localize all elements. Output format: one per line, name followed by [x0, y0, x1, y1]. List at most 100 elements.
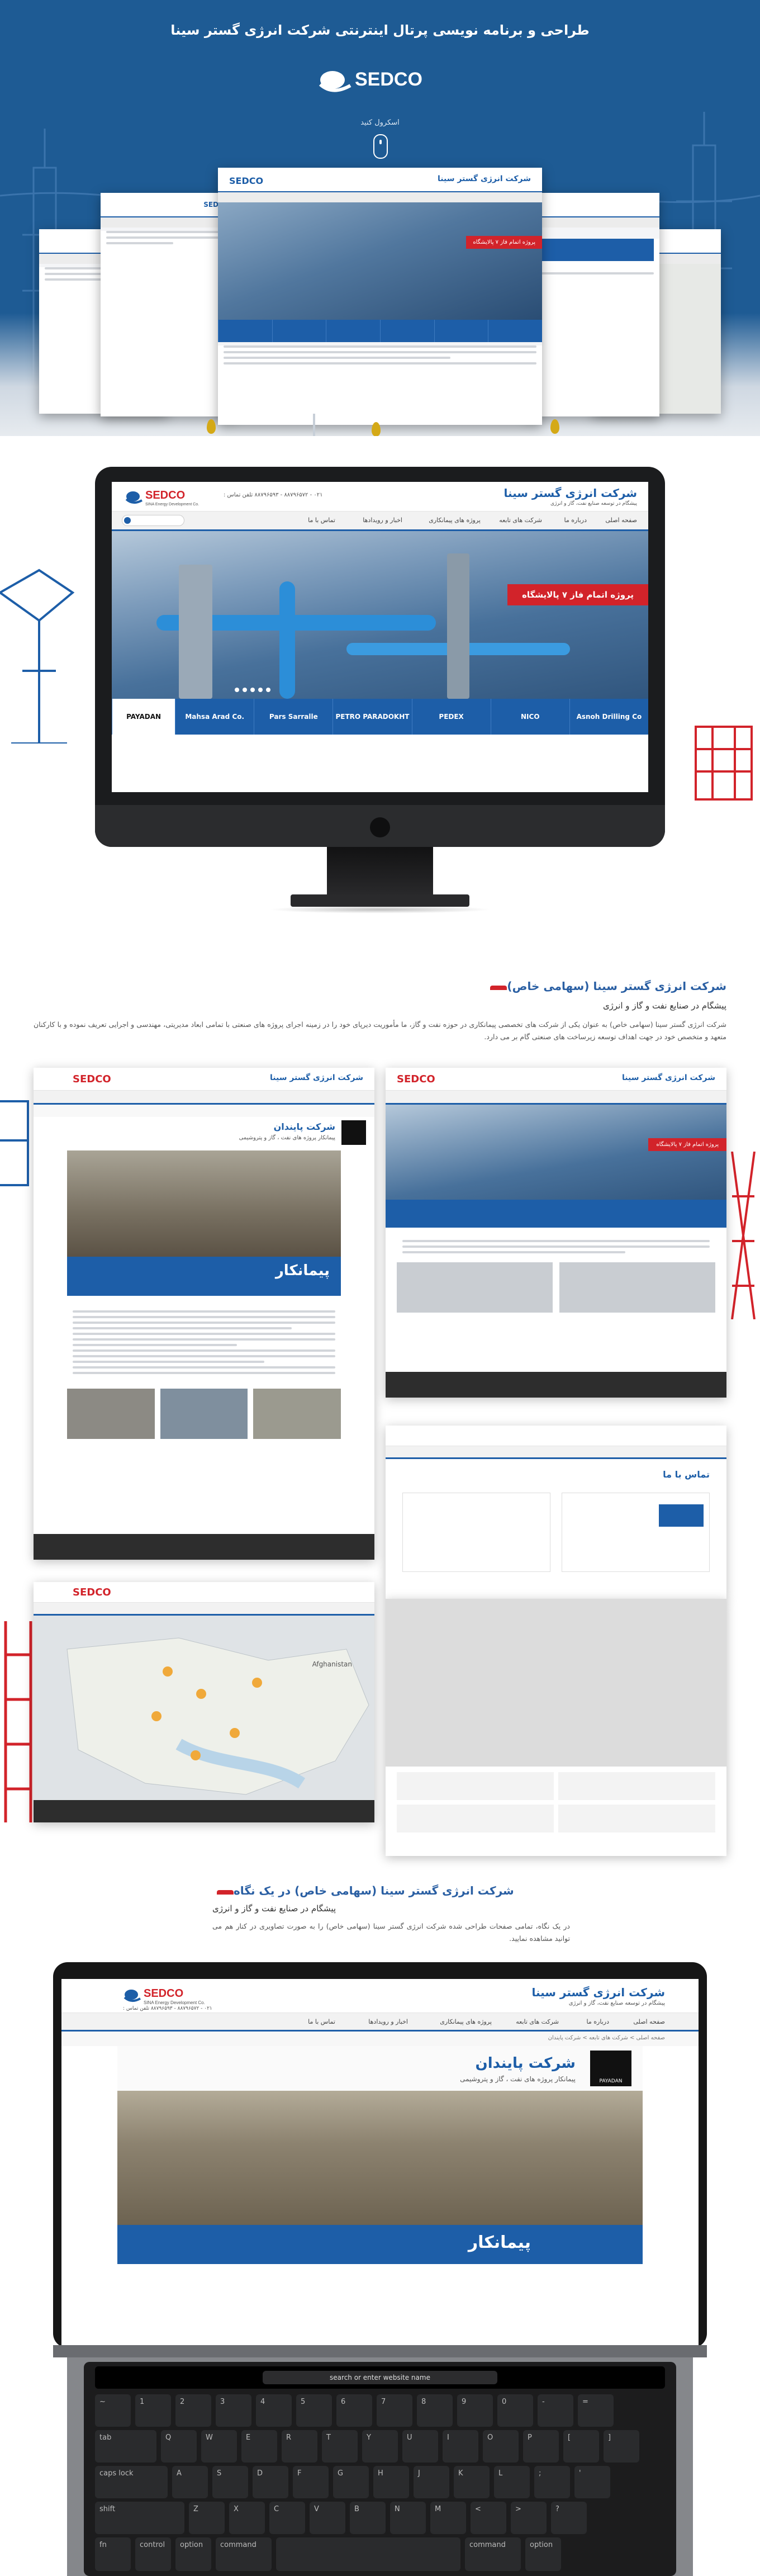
key-8[interactable]: 8	[417, 2394, 453, 2427]
key-q[interactable]: Q	[161, 2430, 197, 2463]
imac-shadow	[268, 906, 492, 913]
key-g[interactable]: G	[333, 2466, 369, 2498]
key-symbol[interactable]: <	[471, 2502, 506, 2534]
nav-projects[interactable]: پروژه های پیمانکاری	[429, 517, 481, 524]
site-logo[interactable]: SEDCO SINA Energy Development Co.	[122, 485, 211, 508]
breadcrumb[interactable]: صفحه اصلی > شرکت های تابعه > شرکت پایندا…	[548, 2035, 665, 2041]
key-k[interactable]: K	[454, 2466, 490, 2498]
key-b[interactable]: B	[350, 2502, 386, 2534]
partner-mahsa[interactable]: Mahsa Arad Co.	[175, 699, 254, 735]
key-3[interactable]: 3	[216, 2394, 251, 2427]
key-5[interactable]: 5	[296, 2394, 332, 2427]
oil-drop-icon	[207, 419, 216, 434]
key-symbol[interactable]: ~	[95, 2394, 131, 2427]
key-i[interactable]: I	[443, 2430, 478, 2463]
key-space[interactable]	[276, 2537, 460, 2571]
nav-about[interactable]: درباره ما	[564, 517, 587, 524]
key-symbol[interactable]: '	[574, 2466, 610, 2498]
key-t[interactable]: T	[322, 2430, 358, 2463]
key-2[interactable]: 2	[175, 2394, 211, 2427]
page-home-preview: SEDCO شرکت انرژی گستر سینا پروژه اتمام ف…	[386, 1068, 726, 1398]
partner-nico[interactable]: NICO	[490, 699, 569, 735]
nav-home[interactable]: صفحه اصلی	[605, 517, 637, 524]
key-r[interactable]: R	[282, 2430, 317, 2463]
key-0[interactable]: 0	[497, 2394, 533, 2427]
key-d[interactable]: D	[253, 2466, 288, 2498]
glance-subtitle: پیشگام در صنایع نفت و گاز و انرژی	[212, 1903, 336, 1914]
key-option[interactable]: option	[175, 2537, 211, 2571]
projects-map[interactable]: Afghanistan	[34, 1616, 374, 1800]
key-x[interactable]: X	[229, 2502, 265, 2534]
page-map-preview: SEDCO Afghanistan	[34, 1582, 374, 1822]
key-z[interactable]: Z	[189, 2502, 225, 2534]
key-n[interactable]: N	[390, 2502, 426, 2534]
key-symbol[interactable]: ]	[604, 2430, 639, 2463]
key-capslock[interactable]: caps lock	[95, 2466, 168, 2498]
brand-tagline: پیشگام در توسعه صنایع نفت، گاز و انرژی	[550, 501, 637, 506]
key-command[interactable]: command	[216, 2537, 272, 2571]
key-symbol[interactable]: =	[578, 2394, 614, 2427]
paiadan-logo-icon: PAYADAN	[590, 2051, 631, 2086]
key-m[interactable]: M	[430, 2502, 466, 2534]
slider-dots[interactable]	[235, 688, 270, 692]
key-u[interactable]: U	[402, 2430, 438, 2463]
key-7[interactable]: 7	[377, 2394, 412, 2427]
key-j[interactable]: J	[414, 2466, 449, 2498]
laptop-site-logo[interactable]: SEDCO SINA Energy Development Co.	[120, 1983, 215, 2008]
about-title: شرکت انرژی گستر سینا (سهامی خاص)	[391, 979, 726, 993]
key-h[interactable]: H	[373, 2466, 409, 2498]
tower-lineart-right	[731, 1152, 756, 1319]
paiadan-logo-icon	[341, 1120, 366, 1145]
key-shift[interactable]: shift	[95, 2502, 184, 2534]
laptop-screen: SEDCO SINA Energy Development Co. شرکت ا…	[61, 1979, 699, 2345]
partner-pedex[interactable]: PEDEX	[411, 699, 491, 735]
key-e[interactable]: E	[241, 2430, 277, 2463]
partner-petro[interactable]: PETRO PARADOKHT	[332, 699, 411, 735]
map-label: Afghanistan	[312, 1660, 352, 1668]
company-title: شرکت پایندان	[273, 1121, 335, 1132]
key-s[interactable]: S	[212, 2466, 248, 2498]
key-9[interactable]: 9	[457, 2394, 493, 2427]
hero-slider[interactable]: پروژه اتمام فاز ۷ پالایشگاه	[112, 531, 648, 699]
red-marker-icon	[490, 986, 507, 990]
key-y[interactable]: Y	[362, 2430, 398, 2463]
about-body: شرکت انرژی گستر سینا (سهامی خاص) به عنوا…	[34, 1020, 726, 1041]
search-input[interactable]	[122, 515, 184, 526]
key-tab[interactable]: tab	[95, 2430, 156, 2463]
peymankar-banner: پیمانکار	[275, 1262, 330, 1279]
key-c[interactable]: C	[269, 2502, 305, 2534]
key-symbol[interactable]: ;	[534, 2466, 570, 2498]
touchbar-search[interactable]: search or enter website name	[263, 2371, 497, 2384]
nav-news[interactable]: اخبار و رویدادها	[363, 517, 402, 524]
key-symbol[interactable]: [	[563, 2430, 599, 2463]
key-v[interactable]: V	[310, 2502, 345, 2534]
search-icon[interactable]	[124, 517, 131, 524]
key-fn[interactable]: fn	[95, 2537, 131, 2571]
nav-contact[interactable]: تماس با ما	[308, 517, 335, 524]
key-o[interactable]: O	[483, 2430, 519, 2463]
imac-base	[291, 894, 469, 907]
imac-stand	[327, 847, 433, 897]
partner-asnoh[interactable]: Asnoh Drilling Co	[569, 699, 648, 735]
key-command[interactable]: command	[465, 2537, 521, 2571]
touch-bar[interactable]: search or enter website name	[95, 2366, 665, 2389]
nav-subsidiaries[interactable]: شرکت های تابعه	[499, 517, 542, 524]
partner-pars-sarralle[interactable]: Pars Sarralle	[254, 699, 332, 735]
key-l[interactable]: L	[494, 2466, 530, 2498]
key-w[interactable]: W	[201, 2430, 237, 2463]
scroll-mouse-icon[interactable]	[373, 134, 388, 159]
key-symbol[interactable]: -	[538, 2394, 573, 2427]
key-control[interactable]: control	[135, 2537, 171, 2571]
key-symbol[interactable]: ?	[551, 2502, 587, 2534]
key-f[interactable]: F	[293, 2466, 329, 2498]
key-4[interactable]: 4	[256, 2394, 292, 2427]
hero-logo-text: SEDCO	[355, 69, 422, 90]
key-6[interactable]: 6	[336, 2394, 372, 2427]
key-a[interactable]: A	[172, 2466, 208, 2498]
key-p[interactable]: P	[523, 2430, 559, 2463]
key-1[interactable]: 1	[135, 2394, 171, 2427]
partner-paiadan[interactable]: PAYADAN	[112, 699, 175, 735]
key-option[interactable]: option	[525, 2537, 561, 2571]
svg-text:SEDCO: SEDCO	[144, 1987, 183, 2000]
key-symbol[interactable]: >	[511, 2502, 547, 2534]
